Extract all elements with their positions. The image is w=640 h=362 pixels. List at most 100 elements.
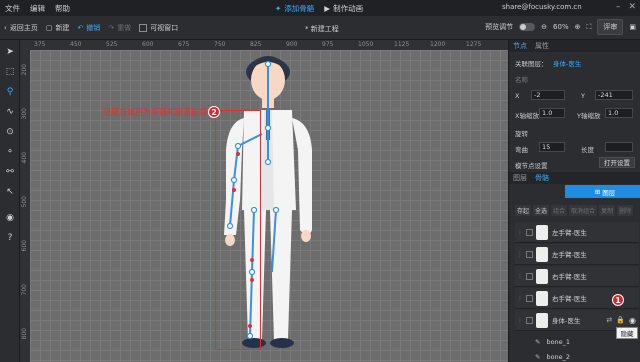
redo-button[interactable]: ↷ 重做 <box>104 23 135 33</box>
ruler-tick: 500 <box>21 196 28 208</box>
add-layer-button[interactable]: ⊞ 图层 <box>565 185 640 198</box>
layer-checkbox[interactable] <box>526 250 533 258</box>
bend-field[interactable]: 15 <box>539 142 565 152</box>
bone-tool-icon[interactable]: ⚲ <box>4 86 16 98</box>
layer-row[interactable]: ⋮ 左手臂-医生 <box>515 244 639 265</box>
home-button[interactable]: ‹ 返回主页 <box>0 23 42 33</box>
preview-toggle[interactable] <box>519 23 536 31</box>
layer-checkbox[interactable] <box>526 316 533 324</box>
related-layer-value[interactable]: 身体-医生 <box>553 58 581 68</box>
delete-button[interactable]: 删除 <box>617 205 634 216</box>
layer-checkbox[interactable] <box>526 228 533 236</box>
review-button[interactable]: 评审 <box>597 19 624 35</box>
group-button[interactable]: 组合 <box>551 205 568 216</box>
tab-make-animation[interactable]: ▶ 制作动画 <box>324 3 363 14</box>
layer-checkbox[interactable] <box>526 272 533 280</box>
select-arrow-icon[interactable]: ➤ <box>4 46 16 58</box>
bone-icon: ✦ <box>275 3 282 13</box>
y-field[interactable]: -241 <box>595 90 633 100</box>
store-button[interactable]: 存起 <box>515 205 532 216</box>
account-email[interactable]: share@focusky.com.cn <box>502 3 582 11</box>
menu-help[interactable]: 帮助 <box>50 3 75 14</box>
ruler-tick: 525 <box>106 41 118 48</box>
ruler-tick: 1125 <box>394 41 410 48</box>
xscale-label: X轴缩放 <box>515 112 539 120</box>
fit-screen-icon[interactable]: ⛶ <box>586 23 591 32</box>
add-layer-label: 图层 <box>602 188 616 197</box>
home-button-label: 返回主页 <box>9 23 38 32</box>
xscale-field[interactable]: 1.0 <box>539 108 565 118</box>
length-label: 长度 <box>581 146 594 154</box>
back-icon: ‹ <box>4 23 7 32</box>
drag-handle-icon[interactable]: ⋮ <box>517 251 523 258</box>
link-icon[interactable]: ⇄ <box>606 316 612 324</box>
new-file-icon: ▢ <box>45 23 53 32</box>
eye-icon[interactable]: ◉ <box>4 212 16 224</box>
layout-icon[interactable]: ▣ <box>629 23 636 31</box>
properties-panel: 节点 属性 关联图层： 身体-医生 名称 X -2 Y -241 X轴缩放 1.… <box>508 40 640 172</box>
yscale-field[interactable]: 1.0 <box>605 108 633 118</box>
curve-icon[interactable]: ∿ <box>4 106 16 118</box>
ruler-tick: 375 <box>34 41 46 48</box>
copy-button[interactable]: 复制 <box>599 205 616 216</box>
drag-handle-icon[interactable]: ⋮ <box>517 273 523 280</box>
menu-file[interactable]: 文件 <box>0 3 25 14</box>
tab-attributes[interactable]: 属性 <box>531 41 553 51</box>
length-field[interactable] <box>605 142 633 152</box>
new-button[interactable]: ▢ 新建 <box>42 23 74 33</box>
tab-add-bone[interactable]: ✦ 添加骨骼 <box>275 3 314 14</box>
add-node-icon[interactable]: ⊙ <box>4 126 16 138</box>
bone-name: bone_2 <box>546 353 571 361</box>
layer-checkbox[interactable] <box>526 294 533 302</box>
undo-button[interactable]: ↶ 撤销 <box>73 23 104 33</box>
toolbar: ‹ 返回主页 ▢ 新建 ↶ 撤销 ↷ 重做 可视窗口 * 新建工程 预览调节 ⊖… <box>0 16 640 40</box>
link-icon[interactable]: ⚯ <box>4 166 16 178</box>
pointer-icon[interactable]: ↖ <box>4 186 16 198</box>
drag-handle-icon[interactable]: ⋮ <box>517 295 523 302</box>
zoom-out-icon[interactable]: ⊖ <box>541 23 547 31</box>
ruler-tick: 975 <box>322 41 334 48</box>
undo-button-label: 撤销 <box>86 23 101 32</box>
ruler-tick: 800 <box>21 328 28 340</box>
zoom-in-icon[interactable]: ⊕ <box>575 23 581 31</box>
layer-row[interactable]: ⋮ 右手臂-医生 <box>515 266 639 287</box>
select-all-button[interactable]: 全选 <box>533 205 550 216</box>
lock-icon[interactable]: 🔒 <box>616 316 625 324</box>
visible-window-checkbox[interactable]: 可视窗口 <box>135 23 182 33</box>
ungroup-button[interactable]: 取消组合 <box>569 205 598 216</box>
tab-node[interactable]: 节点 <box>509 41 531 51</box>
ruler-tick: 700 <box>21 284 28 296</box>
new-button-label: 新建 <box>55 23 70 32</box>
layer-row[interactable]: ⋮ 左手臂-医生 <box>515 222 639 243</box>
minimize-icon[interactable]: – <box>616 2 621 12</box>
drag-handle-icon[interactable]: ⋮ <box>517 229 523 236</box>
canvas[interactable]: 隐藏身体后为手臂和腿添加骨骼 2 <box>30 50 508 362</box>
close-icon[interactable]: ✕ <box>628 2 636 12</box>
x-field[interactable]: -2 <box>531 90 565 100</box>
character-figure[interactable] <box>30 50 508 362</box>
ruler-tick: 600 <box>142 41 154 48</box>
layer-name: 左手臂-医生 <box>552 251 587 259</box>
ruler-tick: 675 <box>178 41 190 48</box>
drag-handle-icon[interactable]: ⋮ <box>517 317 523 324</box>
tab-add-bone-label: 添加骨骼 <box>284 3 315 13</box>
transform-icon[interactable]: ⬚ <box>4 66 16 78</box>
help-icon[interactable]: ? <box>4 232 16 244</box>
open-settings-button[interactable]: 打开设置 <box>599 157 635 168</box>
layer-name: 右手臂-医生 <box>552 295 587 303</box>
layer-name: 左手臂-医生 <box>552 229 587 237</box>
bone-item[interactable]: ✎ bone_2 <box>535 352 639 362</box>
pin-icon[interactable]: ⚬ <box>4 146 16 158</box>
menu-edit[interactable]: 编辑 <box>25 3 50 14</box>
layer-name: 身体-医生 <box>552 317 581 325</box>
plus-icon: ⊞ <box>594 187 601 196</box>
redo-icon: ↷ <box>108 23 115 32</box>
visibility-eye-icon[interactable]: ◉ <box>629 316 636 325</box>
ruler-tick: 1050 <box>358 41 374 48</box>
left-toolbar: ➤ ⬚ ⚲ ∿ ⊙ ⚬ ⚯ ↖ ◉ ? <box>0 40 20 362</box>
ruler-tick: 825 <box>250 41 262 48</box>
tab-make-animation-label: 制作动画 <box>333 3 364 13</box>
tab-bones[interactable]: 骨骼 <box>531 173 553 183</box>
tab-layers[interactable]: 图层 <box>509 173 531 183</box>
layer-thumbnail <box>536 290 548 306</box>
